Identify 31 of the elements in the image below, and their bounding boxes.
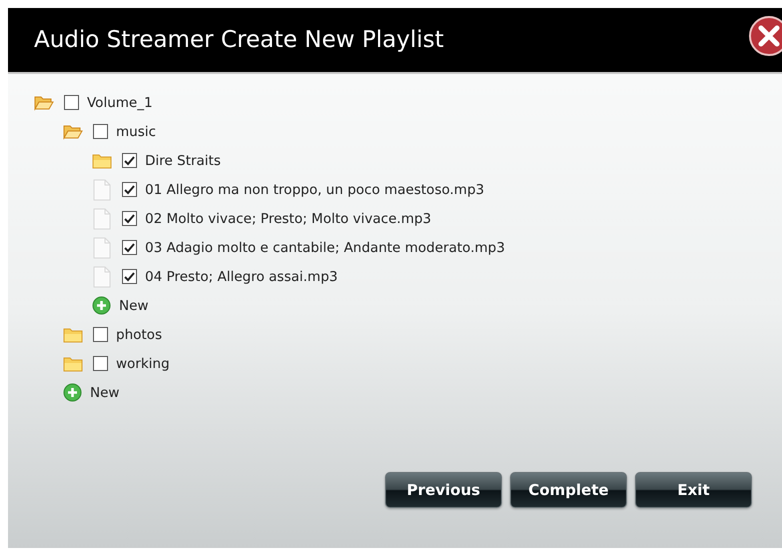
checkbox[interactable] bbox=[93, 124, 108, 139]
checkbox[interactable] bbox=[122, 153, 137, 168]
file-icon bbox=[92, 236, 112, 258]
add-icon[interactable] bbox=[92, 296, 111, 315]
tree-item-label[interactable]: 03 Adagio molto e cantabile; Andante moderato.mp3 bbox=[145, 240, 505, 256]
file-icon bbox=[92, 178, 112, 200]
checkbox[interactable] bbox=[93, 327, 108, 342]
tree-item-label[interactable]: photos bbox=[116, 326, 162, 342]
window-title: Audio Streamer Create New Playlist bbox=[34, 27, 444, 53]
tree-item-label[interactable]: Dire Straits bbox=[145, 152, 221, 168]
checkbox[interactable] bbox=[122, 211, 137, 226]
dialog-button[interactable]: Exit bbox=[635, 472, 752, 508]
close-icon[interactable] bbox=[748, 15, 782, 57]
add-icon[interactable] bbox=[63, 383, 82, 402]
tree-item-label[interactable]: working bbox=[116, 356, 170, 372]
checkbox[interactable] bbox=[122, 182, 137, 197]
new-link[interactable]: New bbox=[90, 384, 120, 400]
checkbox[interactable] bbox=[93, 356, 108, 371]
tree-item-label[interactable]: 01 Allegro ma non troppo, un poco maestoso.mp3 bbox=[145, 182, 484, 198]
file-icon bbox=[92, 266, 112, 288]
checkbox[interactable] bbox=[64, 95, 79, 110]
dialog-button[interactable]: Previous bbox=[385, 472, 502, 508]
checkbox[interactable] bbox=[122, 240, 137, 255]
file-icon bbox=[92, 208, 112, 230]
tree-item-label[interactable]: 02 Molto vivace; Presto; Molto vivace.mp3 bbox=[145, 210, 432, 226]
new-link[interactable]: New bbox=[119, 298, 148, 314]
checkbox[interactable] bbox=[122, 269, 137, 284]
tree-item-label[interactable]: Volume_1 bbox=[87, 94, 153, 110]
tree-item-label[interactable]: 04 Presto; Allegro assai.mp3 bbox=[145, 268, 338, 284]
dialog-button[interactable]: Complete bbox=[510, 472, 627, 508]
tree-item-label[interactable]: music bbox=[116, 124, 156, 140]
